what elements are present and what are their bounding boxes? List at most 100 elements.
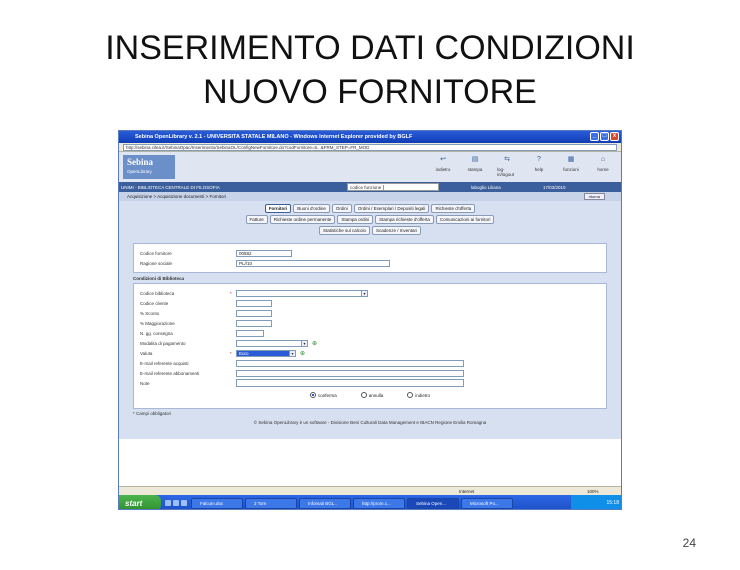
library-code-row: Codice biblioteca * ▾ bbox=[140, 288, 600, 298]
taskbar-item[interactable]: Microsoft Po... bbox=[461, 497, 513, 509]
radio-selected-icon bbox=[309, 392, 316, 398]
app-toolbar: ↩ indietro ▤ stampa ⇆ log-in/logout ? he… bbox=[433, 155, 613, 177]
tab-richieste-permanente[interactable]: Richieste ordine permanente bbox=[269, 215, 336, 224]
toolbar-functions[interactable]: ▦ funzioni bbox=[561, 155, 581, 177]
clock: 15:18 bbox=[606, 500, 619, 506]
info-bar: UNIMI - BIBLIOTECA CENTRALE DI FILOSOFIA… bbox=[119, 182, 621, 192]
surcharge-label: % Maggiorazione bbox=[140, 320, 175, 326]
back-icon: ↩ bbox=[440, 156, 446, 163]
subscription-email-field[interactable] bbox=[236, 369, 464, 377]
discount-field[interactable] bbox=[236, 309, 272, 317]
tab-fatture[interactable]: Fatture bbox=[245, 215, 268, 224]
sebina-logo: Sebina OpenLibrary bbox=[123, 155, 175, 179]
close-button[interactable]: x bbox=[610, 132, 619, 141]
start-button[interactable]: start bbox=[119, 495, 161, 509]
business-name-row: Ragione sociale PL//10 bbox=[140, 258, 600, 268]
tab-statistiche[interactable]: Statistiche sul calcolo bbox=[318, 226, 370, 235]
window-titlebar: Sebina OpenLibrary v. 2.1 - UNIVERSITA S… bbox=[119, 131, 621, 143]
payment-mode-select[interactable]: ▾ bbox=[236, 339, 308, 347]
function-tabs: Fornitori Buoni d'ordine Ordini Ordini /… bbox=[119, 201, 621, 239]
toolbar-login[interactable]: ⇆ log-in/logout bbox=[497, 155, 517, 177]
discount-row: % Sconto bbox=[140, 308, 600, 318]
taskbar-item[interactable]: 2 Torn bbox=[245, 497, 297, 509]
minimize-button[interactable]: _ bbox=[590, 132, 599, 141]
add-icon[interactable]: ⊕ bbox=[300, 350, 305, 357]
cancel-radio[interactable]: annulla bbox=[360, 392, 383, 398]
tab-comunicazioni[interactable]: Comunicazioni ai fornitori bbox=[435, 215, 495, 224]
quick-launch-icon[interactable] bbox=[165, 500, 171, 506]
library-code-select[interactable]: ▾ bbox=[236, 289, 368, 297]
print-icon: ▤ bbox=[471, 156, 479, 163]
status-bar: Internet 100% bbox=[119, 486, 621, 495]
maximize-button[interactable]: □ bbox=[600, 132, 609, 141]
return-button[interactable]: ritorna bbox=[583, 193, 605, 200]
app-header: Sebina OpenLibrary ↩ indietro ▤ stampa ⇆… bbox=[119, 152, 621, 182]
chevron-down-icon: ▾ bbox=[361, 289, 368, 297]
surcharge-row: % Maggiorazione bbox=[140, 318, 600, 328]
taskbar-item[interactable]: Falcom.doc bbox=[191, 497, 243, 509]
discount-label: % Sconto bbox=[140, 310, 160, 316]
tab-ordini-esemplari[interactable]: Ordini / Esemplari / Depositi legali bbox=[353, 204, 430, 213]
radio-icon bbox=[407, 392, 414, 398]
current-date: 17/03/2010 bbox=[543, 184, 566, 190]
library-code-label: Codice biblioteca bbox=[140, 290, 175, 296]
business-name-label: Ragione sociale bbox=[140, 260, 173, 266]
notes-field[interactable] bbox=[236, 379, 464, 387]
zoom-level[interactable]: 100% bbox=[587, 489, 599, 494]
toolbar-print[interactable]: ▤ stampa bbox=[465, 155, 485, 177]
confirm-radio[interactable]: conferma bbox=[309, 392, 337, 398]
taskbar-item[interactable]: http://prom.c... bbox=[353, 497, 405, 509]
business-name-field[interactable]: PL//10 bbox=[236, 259, 390, 267]
tab-row-3: Statistiche sul calcolo Scadenze / Inven… bbox=[119, 226, 621, 235]
quick-launch-icon[interactable] bbox=[173, 500, 179, 506]
purchase-email-field[interactable] bbox=[236, 359, 464, 367]
system-tray: 15:18 bbox=[571, 495, 621, 509]
url-field[interactable]: http://sebina.cilea.it/SebinaOpac/Inseri… bbox=[123, 143, 617, 151]
quick-launch bbox=[161, 500, 191, 506]
delivery-days-row: N. gg. consegna bbox=[140, 328, 600, 338]
toolbar-home[interactable]: ⌂ home bbox=[593, 155, 613, 177]
add-icon[interactable]: ⊕ bbox=[312, 340, 317, 347]
back-radio[interactable]: indietro bbox=[407, 392, 430, 398]
surcharge-field[interactable] bbox=[236, 319, 272, 327]
windows-taskbar: start Falcom.doc 2 Torn Infomati BGL.. h… bbox=[119, 495, 621, 509]
tab-buoni-ordine[interactable]: Buoni d'ordine bbox=[293, 204, 330, 213]
taskbar-item[interactable]: Sebina Open... bbox=[407, 497, 459, 509]
chevron-down-icon: ▾ bbox=[289, 349, 296, 357]
notes-row: Note bbox=[140, 378, 600, 388]
tab-row-2: Fatture Richieste ordine permanente Stam… bbox=[119, 215, 621, 224]
subscription-email-label: E-mail referente abbonamenti bbox=[140, 370, 200, 376]
taskbar-item[interactable]: Infomati BGL.. bbox=[299, 497, 351, 509]
currency-select[interactable]: Euro ▾ bbox=[236, 349, 296, 357]
delivery-days-field[interactable] bbox=[236, 329, 264, 337]
breadcrumb-path: Acquisizione > Acquisizione documenti > … bbox=[127, 194, 227, 199]
tab-fornitori[interactable]: Fornitori bbox=[264, 204, 292, 213]
supplier-code-row: Codice fornitore 00582 bbox=[140, 248, 600, 258]
slide-title: INSERIMENTO DATI CONDIZIONI NUOVO FORNIT… bbox=[0, 26, 740, 114]
delivery-days-label: N. gg. consegna bbox=[140, 330, 173, 336]
customer-code-field[interactable] bbox=[236, 299, 272, 307]
supplier-code-field[interactable]: 00582 bbox=[236, 249, 292, 257]
library-conditions-title: Condizioni di Biblioteca bbox=[133, 276, 184, 281]
tab-stampa-richieste[interactable]: Stampa richieste d'offerta bbox=[375, 215, 434, 224]
user-name: laboglio Liliana bbox=[471, 184, 501, 190]
functions-icon: ▦ bbox=[567, 156, 575, 163]
toolbar-help[interactable]: ? help bbox=[529, 155, 549, 177]
toolbar-back[interactable]: ↩ indietro bbox=[433, 155, 453, 177]
window-title: Sebina OpenLibrary v. 2.1 - UNIVERSITA S… bbox=[135, 134, 413, 140]
currency-label: Valuta bbox=[140, 350, 153, 356]
tab-ordini[interactable]: Ordini bbox=[331, 204, 352, 213]
copyright-text: © Sebina OpenLibrary è un software - Div… bbox=[253, 420, 487, 425]
tab-richieste-offerta[interactable]: Richieste d'offerta bbox=[431, 204, 476, 213]
function-code-field[interactable]: codice funzione bbox=[347, 183, 439, 191]
tab-stampa-ordini[interactable]: Stampa ordini bbox=[337, 215, 374, 224]
form-area: Codice fornitore 00582 Ragione sociale P… bbox=[119, 239, 621, 439]
currency-row: Valuta * Euro ▾ ⊕ bbox=[140, 349, 306, 357]
action-radios: conferma annulla indietro bbox=[140, 392, 600, 398]
tab-scadenze[interactable]: Scadenze / Inventari bbox=[372, 226, 422, 235]
library-conditions-card: Codice biblioteca * ▾ Codice cliente % S… bbox=[133, 283, 607, 409]
chevron-down-icon: ▾ bbox=[301, 339, 308, 347]
quick-launch-icon[interactable] bbox=[181, 500, 187, 506]
customer-code-label: Codice cliente bbox=[140, 300, 169, 306]
supplier-card: Codice fornitore 00582 Ragione sociale P… bbox=[133, 243, 607, 273]
